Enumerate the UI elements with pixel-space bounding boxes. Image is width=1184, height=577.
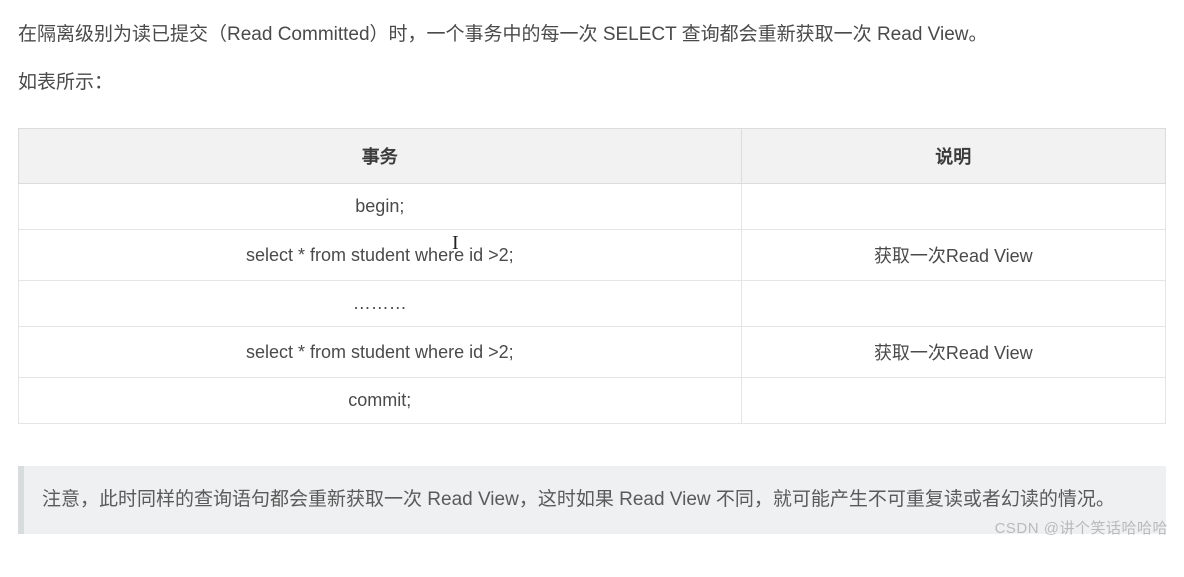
cell-description: 获取一次Read View	[741, 230, 1165, 281]
table-row: begin;	[19, 184, 1166, 230]
cell-description	[741, 378, 1165, 424]
cell-transaction: commit;	[19, 378, 742, 424]
note-text: 注意，此时同样的查询语句都会重新获取一次 Read View，这时如果 Read…	[42, 489, 1115, 510]
table-header-description: 说明	[741, 129, 1165, 184]
cell-description	[741, 281, 1165, 327]
table-row: ………	[19, 281, 1166, 327]
transaction-table: 事务 说明 begin; select * from student where…	[18, 128, 1166, 424]
table-row: commit;	[19, 378, 1166, 424]
cell-transaction: select * from student where id >2;	[19, 230, 742, 281]
transaction-table-wrapper: 事务 说明 begin; select * from student where…	[18, 128, 1166, 424]
cell-description: 获取一次Read View	[741, 327, 1165, 378]
note-box: 注意，此时同样的查询语句都会重新获取一次 Read View，这时如果 Read…	[18, 466, 1166, 533]
cell-transaction: begin;	[19, 184, 742, 230]
paragraph-ref: 如表所示：	[18, 66, 1166, 100]
cell-description	[741, 184, 1165, 230]
table-header-transaction: 事务	[19, 129, 742, 184]
paragraph-intro: 在隔离级别为读已提交（Read Committed）时，一个事务中的每一次 SE…	[18, 18, 1166, 52]
table-row: select * from student where id >2; 获取一次R…	[19, 327, 1166, 378]
table-row: select * from student where id >2; 获取一次R…	[19, 230, 1166, 281]
cell-transaction: ………	[19, 281, 742, 327]
cell-transaction: select * from student where id >2;	[19, 327, 742, 378]
